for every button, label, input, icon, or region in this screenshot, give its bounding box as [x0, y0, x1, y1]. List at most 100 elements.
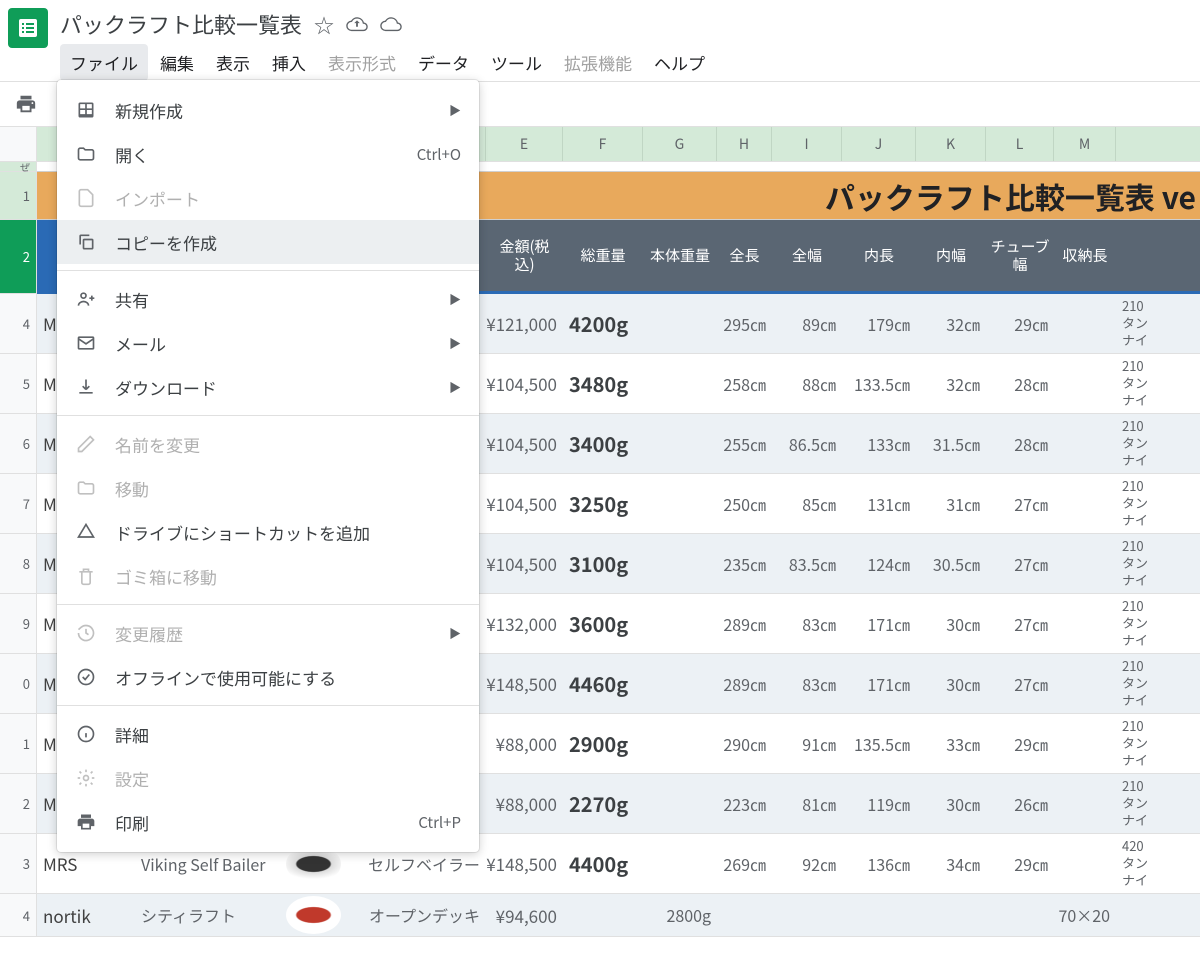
cell-iwid[interactable]: 30.5㎝ — [916, 534, 986, 593]
cell-iwid[interactable]: 32㎝ — [916, 294, 986, 353]
cell-price[interactable]: ¥94,600 — [486, 894, 563, 936]
cell-ilen[interactable]: 136㎝ — [842, 834, 916, 893]
row-header-11[interactable]: 1 — [0, 714, 37, 774]
cell-wid[interactable]: 88㎝ — [772, 354, 842, 413]
cell-price[interactable]: ¥121,000 — [486, 294, 563, 353]
cell-iwid[interactable] — [916, 894, 986, 936]
cell-tube[interactable]: 29㎝ — [986, 834, 1054, 893]
col-header-g[interactable]: G — [643, 127, 717, 161]
cell-body[interactable] — [643, 714, 717, 773]
cell-tube[interactable]: 27㎝ — [986, 654, 1054, 713]
document-title[interactable]: パックラフト比較一覧表 — [60, 8, 302, 40]
cell-weight[interactable]: 3600g — [563, 594, 643, 653]
cell-iwid[interactable]: 31㎝ — [916, 474, 986, 533]
cell-price[interactable]: ¥132,000 — [486, 594, 563, 653]
cell-len[interactable] — [717, 894, 772, 936]
cell-wid[interactable]: 83㎝ — [772, 654, 842, 713]
row-header-6[interactable]: 6 — [0, 414, 37, 474]
cell-notes[interactable]: 210タンナイ — [1116, 594, 1200, 653]
cell-iwid[interactable]: 30㎝ — [916, 774, 986, 833]
cell-body[interactable]: 2800g — [643, 894, 717, 936]
row-header-13[interactable]: 3 — [0, 834, 37, 894]
cell-len[interactable]: 290㎝ — [717, 714, 772, 773]
cell-price[interactable]: ¥148,500 — [486, 654, 563, 713]
cell-body[interactable] — [643, 354, 717, 413]
menu-data[interactable]: データ — [408, 44, 479, 81]
cell-tube[interactable]: 29㎝ — [986, 294, 1054, 353]
cell-len[interactable]: 235㎝ — [717, 534, 772, 593]
cell-wid[interactable]: 91㎝ — [772, 714, 842, 773]
row-header-2[interactable]: 2 — [0, 220, 37, 294]
row-header-9[interactable]: 9 — [0, 594, 37, 654]
cell-iwid[interactable]: 31.5㎝ — [916, 414, 986, 473]
cell-body[interactable] — [643, 774, 717, 833]
cell-deck[interactable]: オープンデッキ — [351, 894, 486, 936]
menu-help[interactable]: ヘルプ — [644, 44, 715, 81]
menu-edit[interactable]: 編集 — [150, 44, 204, 81]
cell-tube[interactable]: 27㎝ — [986, 534, 1054, 593]
cell-ilen[interactable]: 133㎝ — [842, 414, 916, 473]
cell-ilen[interactable]: 133.5㎝ — [842, 354, 916, 413]
row-header-1[interactable]: 1 — [0, 172, 37, 220]
col-header-k[interactable]: K — [916, 127, 986, 161]
col-header-l[interactable]: L — [986, 127, 1054, 161]
cell-tube[interactable]: 27㎝ — [986, 474, 1054, 533]
cell-weight[interactable]: 3250g — [563, 474, 643, 533]
th-iwid[interactable]: 内幅 — [916, 220, 986, 291]
cell-notes[interactable]: 210タンナイ — [1116, 354, 1200, 413]
cell-store[interactable]: 70×20 — [1054, 894, 1116, 936]
print-icon[interactable] — [12, 90, 40, 118]
cell-price[interactable]: ¥88,000 — [486, 714, 563, 773]
cell-notes[interactable]: 420タンナイ — [1116, 834, 1200, 893]
cell-notes[interactable]: 210タンナイ — [1116, 534, 1200, 593]
cell-body[interactable] — [643, 294, 717, 353]
table-row[interactable]: nortik シティラフト オープンデッキ ¥94,600 2800g 70×2… — [37, 894, 1200, 937]
cell-price[interactable]: ¥88,000 — [486, 774, 563, 833]
cell-model[interactable]: シティラフト — [135, 894, 276, 936]
file-menu-print[interactable]: 印刷 Ctrl+P — [57, 800, 479, 844]
cell-iwid[interactable]: 30㎝ — [916, 654, 986, 713]
cell-len[interactable]: 269㎝ — [717, 834, 772, 893]
cell-wid[interactable]: 85㎝ — [772, 474, 842, 533]
file-menu-open[interactable]: 開く Ctrl+O — [57, 132, 479, 176]
select-all-corner[interactable] — [0, 127, 37, 162]
cell-iwid[interactable]: 30㎝ — [916, 594, 986, 653]
cell-len[interactable]: 223㎝ — [717, 774, 772, 833]
cell-ilen[interactable]: 135.5㎝ — [842, 714, 916, 773]
cell-brand[interactable]: nortik — [37, 894, 135, 936]
cell-wid[interactable]: 86.5㎝ — [772, 414, 842, 473]
file-menu-share[interactable]: 共有 ▶ — [57, 277, 479, 321]
cell-len[interactable]: 289㎝ — [717, 654, 772, 713]
cell-ilen[interactable]: 171㎝ — [842, 654, 916, 713]
row-header-14[interactable]: 4 — [0, 894, 37, 937]
file-menu-make-copy[interactable]: コピーを作成 — [57, 220, 479, 264]
row-header-12[interactable]: 2 — [0, 774, 37, 834]
cell-weight[interactable]: 4460g — [563, 654, 643, 713]
cell-ilen[interactable]: 179㎝ — [842, 294, 916, 353]
cell-wid[interactable]: 83.5㎝ — [772, 534, 842, 593]
col-header-h[interactable]: H — [717, 127, 772, 161]
cell-len[interactable]: 250㎝ — [717, 474, 772, 533]
file-menu-add-shortcut[interactable]: ドライブにショートカットを追加 — [57, 510, 479, 554]
row-header-7[interactable]: 7 — [0, 474, 37, 534]
cell-notes[interactable] — [1116, 894, 1200, 936]
cell-store[interactable] — [1054, 654, 1116, 713]
cell-notes[interactable]: 210タンナイ — [1116, 714, 1200, 773]
cell-price[interactable]: ¥104,500 — [486, 474, 563, 533]
cell-ilen[interactable]: 119㎝ — [842, 774, 916, 833]
cell-wid[interactable]: 92㎝ — [772, 834, 842, 893]
cell-body[interactable] — [643, 594, 717, 653]
cell-store[interactable] — [1054, 834, 1116, 893]
file-menu-email[interactable]: メール ▶ — [57, 321, 479, 365]
cell-body[interactable] — [643, 834, 717, 893]
star-icon[interactable]: ☆ — [314, 10, 334, 39]
th-weight[interactable]: 総重量 — [563, 220, 643, 291]
row-header-10[interactable]: 0 — [0, 654, 37, 714]
cell-store[interactable] — [1054, 474, 1116, 533]
col-header-m[interactable]: M — [1054, 127, 1116, 161]
col-header-j[interactable]: J — [842, 127, 916, 161]
menu-view[interactable]: 表示 — [206, 44, 260, 81]
col-header-e[interactable]: E — [486, 127, 563, 161]
cell-iwid[interactable]: 34㎝ — [916, 834, 986, 893]
cell-ilen[interactable]: 124㎝ — [842, 534, 916, 593]
